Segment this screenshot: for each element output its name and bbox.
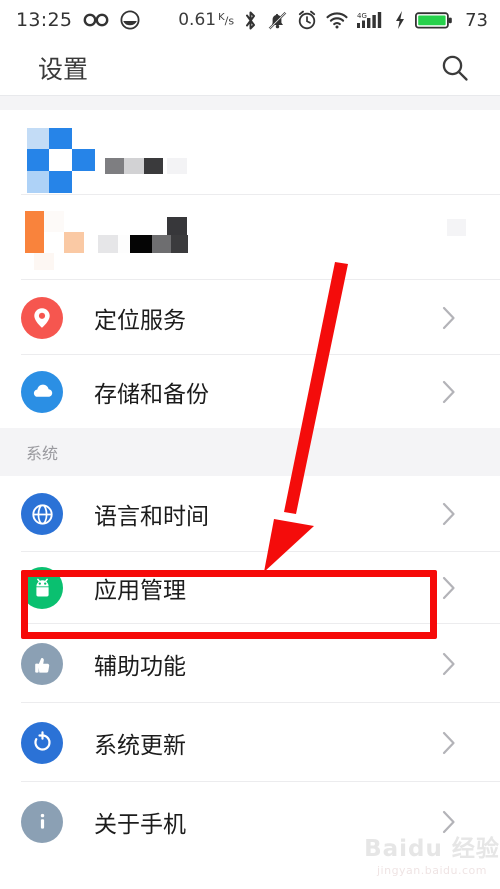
app-title-bar: 设置 xyxy=(0,40,500,96)
section-header-label: 系统 xyxy=(26,444,59,463)
status-bar-right: 0.61 K/s 4G 73 xyxy=(178,10,500,31)
search-icon[interactable] xyxy=(440,53,470,83)
redacted-row[interactable] xyxy=(0,195,500,280)
location-pin-icon xyxy=(21,296,63,339)
cloud-icon xyxy=(21,370,63,413)
android-robot-icon xyxy=(21,567,63,609)
info-icon xyxy=(21,800,63,843)
smiley-face-icon xyxy=(120,10,140,30)
list-item-label: 关于手机 xyxy=(94,811,186,838)
list-item-label: 系统更新 xyxy=(94,732,186,759)
list-item-label: 定位服务 xyxy=(94,307,186,334)
refresh-icon xyxy=(21,721,63,764)
redacted-row[interactable] xyxy=(0,110,500,195)
thumb-hand-icon xyxy=(21,642,63,685)
list-item[interactable]: 存储和备份 xyxy=(0,355,500,428)
section-header: 系统 xyxy=(0,428,500,476)
list-item-label: 应用管理 xyxy=(94,578,186,604)
settings-list: 定位服务 存储和备份 系统 语言和时间 应用管理 辅助功能 系统更新 关于手机 xyxy=(0,96,500,861)
data-rate-unit: K/s xyxy=(218,12,235,28)
chevron-right-icon xyxy=(441,575,457,601)
battery-icon xyxy=(415,11,453,30)
list-item-label: 语言和时间 xyxy=(94,504,209,530)
mute-bell-icon xyxy=(267,10,288,31)
watermark-sub-text: jingyan.baidu.com xyxy=(376,864,487,877)
chevron-right-icon xyxy=(441,379,457,405)
list-top-gap xyxy=(0,96,500,110)
list-item[interactable]: 语言和时间 xyxy=(0,476,500,552)
status-bar: 13:25 0.61 K/s 4G 73 xyxy=(0,0,500,40)
list-item[interactable]: 系统更新 xyxy=(0,703,500,782)
list-item[interactable]: 关于手机 xyxy=(0,782,500,861)
chevron-right-icon xyxy=(441,501,457,527)
list-item-label: 存储和备份 xyxy=(94,381,209,408)
infinity-icon xyxy=(83,12,109,28)
signal-4g-icon: 4G xyxy=(357,10,385,30)
alarm-clock-icon xyxy=(297,10,317,30)
bluetooth-icon xyxy=(243,10,258,31)
list-item[interactable]: 辅助功能 xyxy=(0,624,500,703)
page-title: 设置 xyxy=(38,55,89,84)
chevron-right-icon xyxy=(441,305,457,331)
data-rate-value: 0.61 xyxy=(178,10,217,30)
data-rate: 0.61 K/s xyxy=(178,10,234,30)
list-item-label: 辅助功能 xyxy=(94,653,186,680)
status-clock: 13:25 xyxy=(16,9,73,31)
chevron-right-icon xyxy=(441,809,457,835)
list-item[interactable]: 定位服务 xyxy=(0,280,500,355)
charging-bolt-icon xyxy=(394,10,406,30)
globe-icon xyxy=(21,493,63,535)
svg-text:4G: 4G xyxy=(357,12,367,20)
chevron-right-icon xyxy=(441,651,457,677)
list-item-app-management[interactable]: 应用管理 xyxy=(0,552,500,624)
chevron-right-icon xyxy=(441,730,457,756)
wifi-icon xyxy=(326,12,348,29)
phone-screen: 13:25 0.61 K/s 4G 73 设置 定位服务 存储和备份 系统 语言… xyxy=(0,0,500,889)
battery-percent: 73 xyxy=(465,9,488,31)
status-bar-left: 13:25 xyxy=(0,9,140,31)
